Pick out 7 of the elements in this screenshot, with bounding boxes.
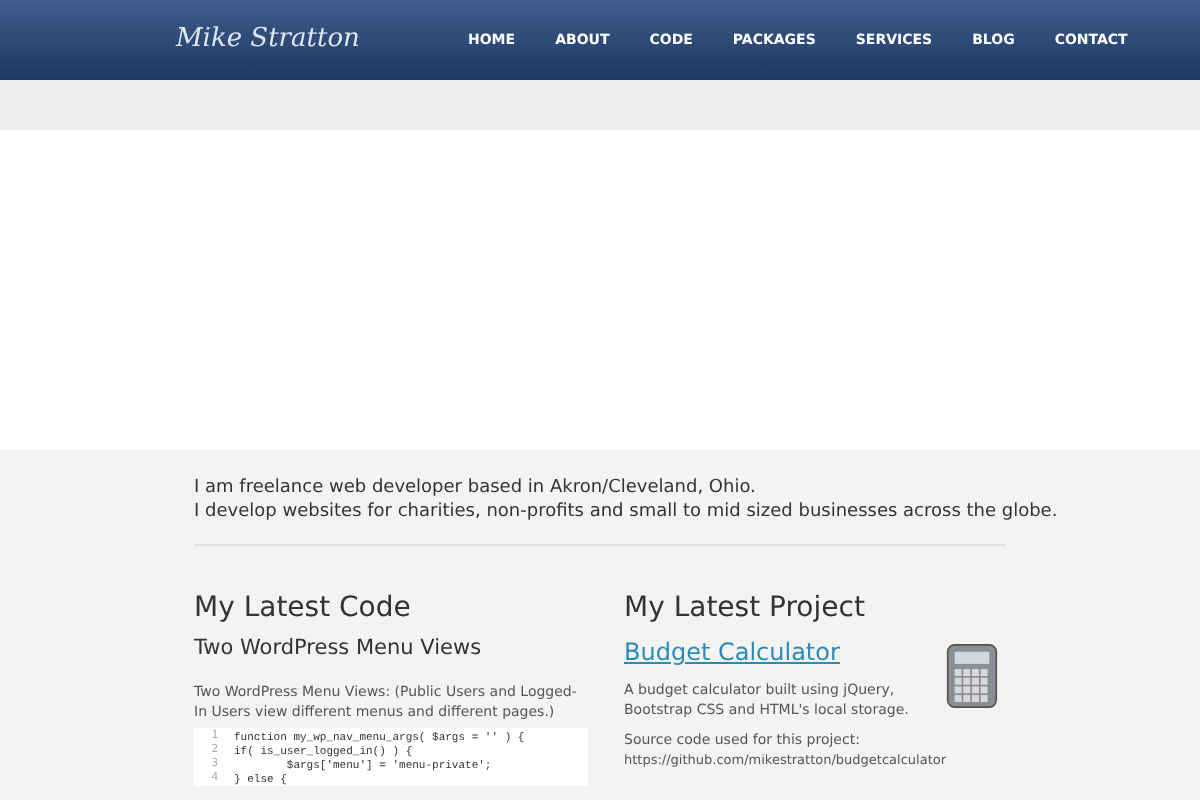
intro-text: I develop websites for charities, non-profits and small to mid sized businesses across the globe. [194,500,1058,524]
site-logo[interactable]: Mike Stratton [176,20,396,60]
code-title: Two WordPress Menu Views [194,634,484,664]
intro-text: I am freelance web developer based in Akron/Cleveland, Ohio. [194,476,756,500]
section-heading: My Latest Code [194,590,413,626]
section-heading: My Latest Project [624,590,867,626]
calculator-icon [946,638,998,714]
